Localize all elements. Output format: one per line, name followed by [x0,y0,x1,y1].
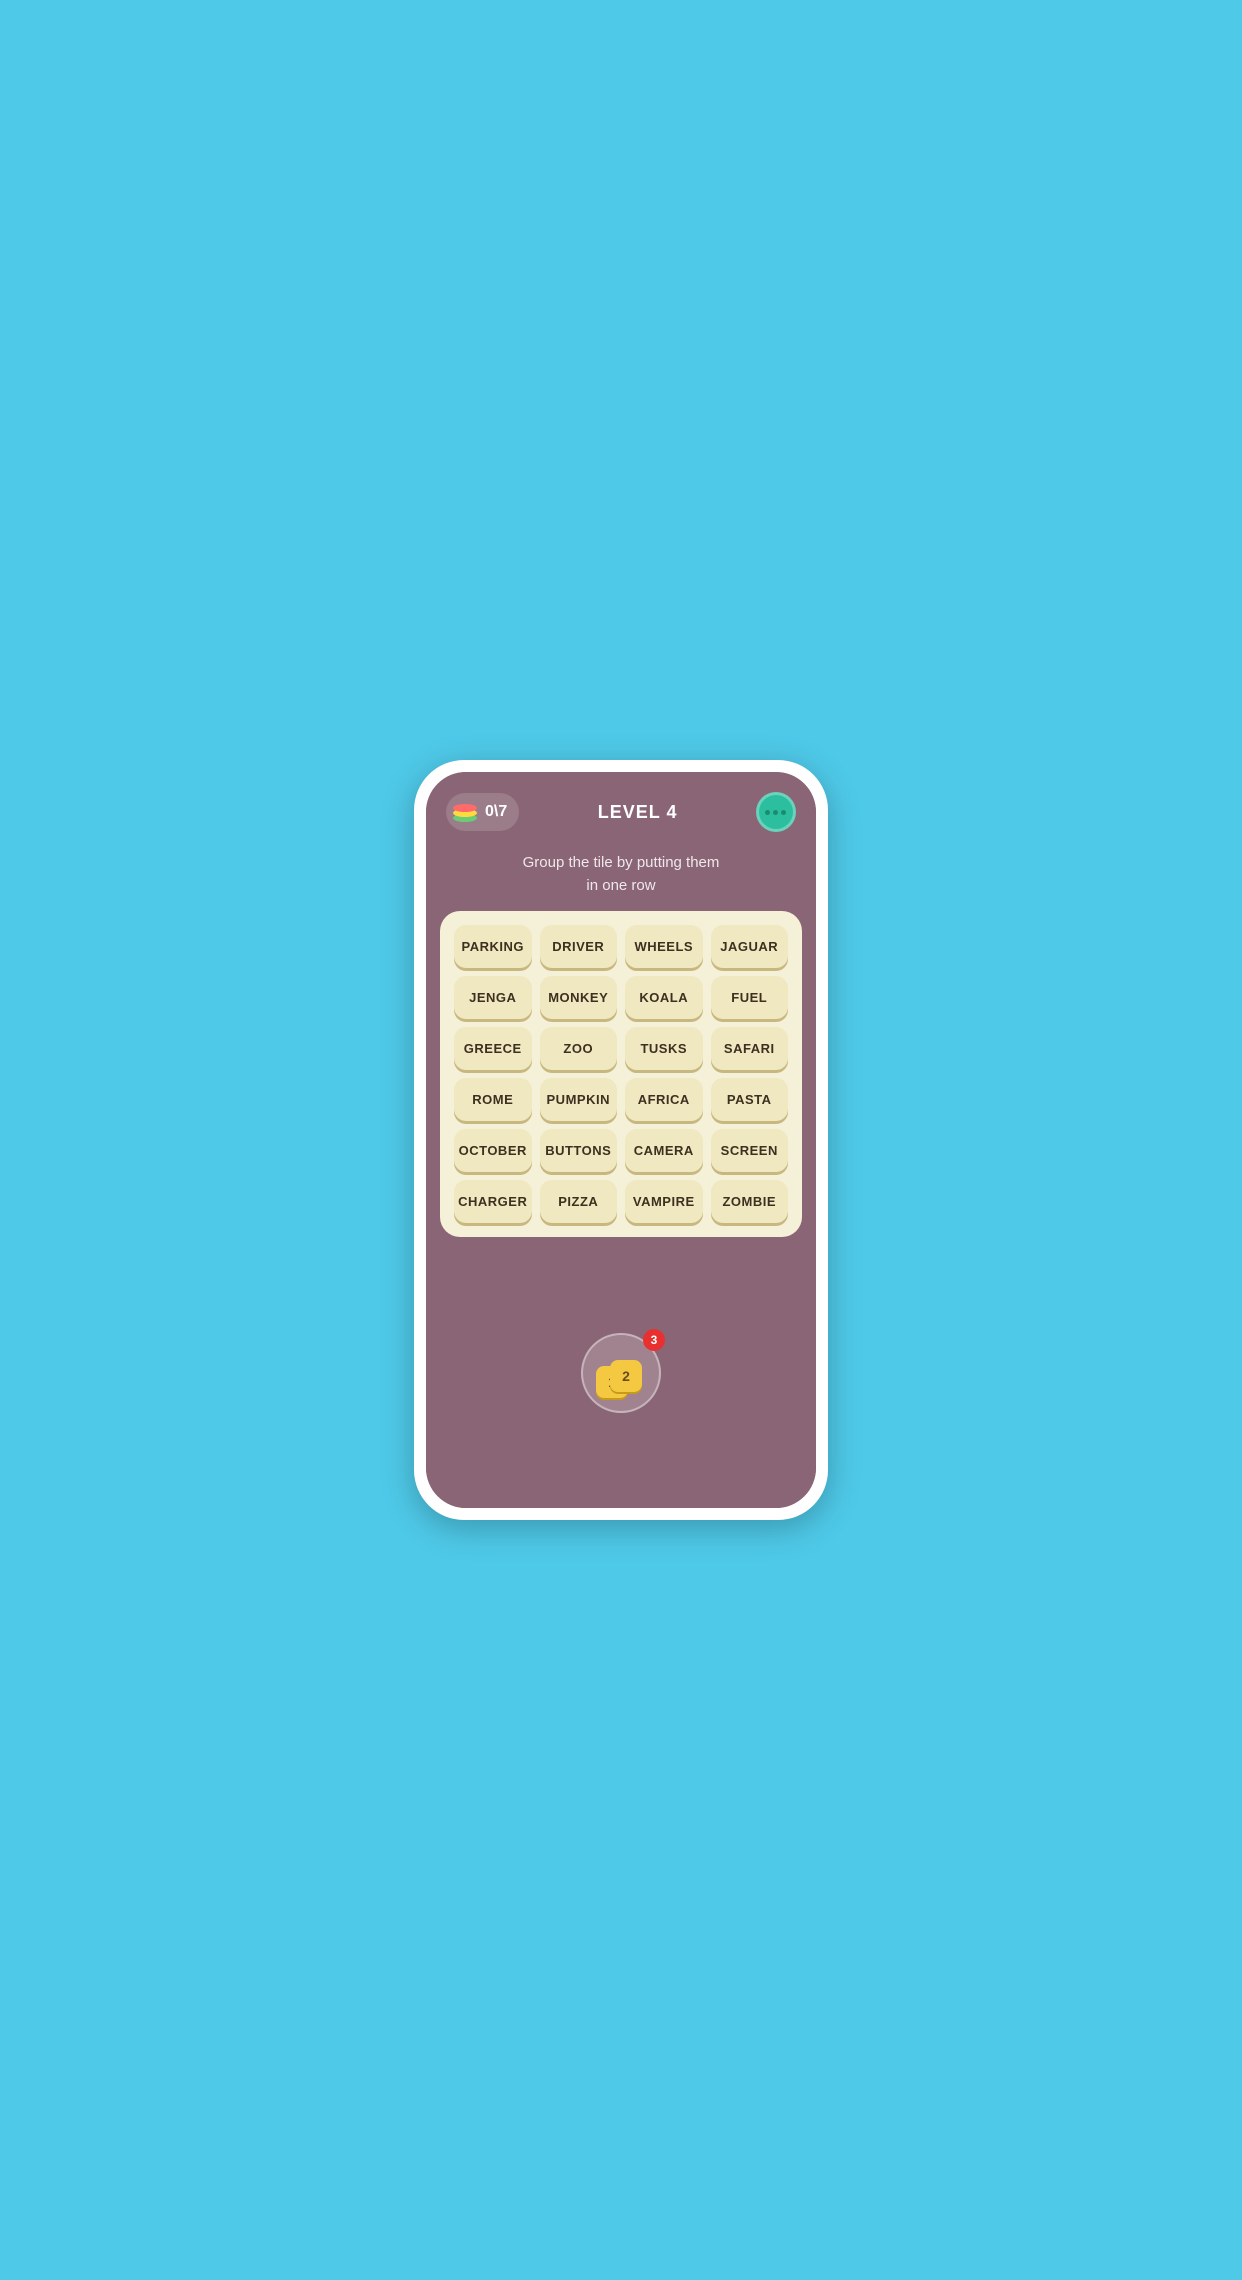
game-board: PARKINGDRIVERWHEELSJAGUAR JENGAMONKEYKOAL… [440,911,802,1237]
dot-1 [765,810,770,815]
dot-2 [773,810,778,815]
tile[interactable]: GREECE [454,1027,532,1070]
tile[interactable]: PASTA [711,1078,789,1121]
menu-dots [765,810,786,815]
dot-3 [781,810,786,815]
tile[interactable]: VAMPIRE [625,1180,703,1223]
notification-badge: 3 [643,1329,665,1351]
tile[interactable]: KOALA [625,976,703,1019]
tile[interactable]: JENGA [454,976,532,1019]
score-display: 0\7 [485,803,507,821]
phone-frame: 0\7 LEVEL 4 Group the tile by putting th… [414,760,828,1520]
tile[interactable]: ZOO [540,1027,618,1070]
level-title: LEVEL 4 [598,802,678,823]
tile[interactable]: JAGUAR [711,925,789,968]
tile[interactable]: ROME [454,1078,532,1121]
tile[interactable]: SAFARI [711,1027,789,1070]
tile[interactable]: TUSKS [625,1027,703,1070]
tile[interactable]: DRIVER [540,925,618,968]
score-badge: 0\7 [446,793,519,831]
mini-tile-2: 2 [610,1360,642,1392]
tile[interactable]: PARKING [454,925,532,968]
tile[interactable]: CAMERA [625,1129,703,1172]
header: 0\7 LEVEL 4 [426,772,816,846]
tiles-stack: 1 2 [596,1348,646,1398]
tile[interactable]: AFRICA [625,1078,703,1121]
menu-button[interactable] [756,792,796,832]
tile[interactable]: MONKEY [540,976,618,1019]
tile[interactable]: WHEELS [625,925,703,968]
phone-screen: 0\7 LEVEL 4 Group the tile by putting th… [426,772,816,1508]
tile[interactable]: PUMPKIN [540,1078,618,1121]
tile[interactable]: ZOMBIE [711,1180,789,1223]
bottom-area: 1 2 3 [426,1237,816,1508]
tile[interactable]: BUTTONS [540,1129,618,1172]
layers-icon [451,798,479,826]
tile[interactable]: SCREEN [711,1129,789,1172]
tile[interactable]: FUEL [711,976,789,1019]
instruction-text: Group the tile by putting them in one ro… [426,846,816,911]
tile[interactable]: PIZZA [540,1180,618,1223]
tile[interactable]: OCTOBER [454,1129,532,1172]
counter-badge: 1 2 3 [581,1333,661,1413]
tile[interactable]: CHARGER [454,1180,532,1223]
